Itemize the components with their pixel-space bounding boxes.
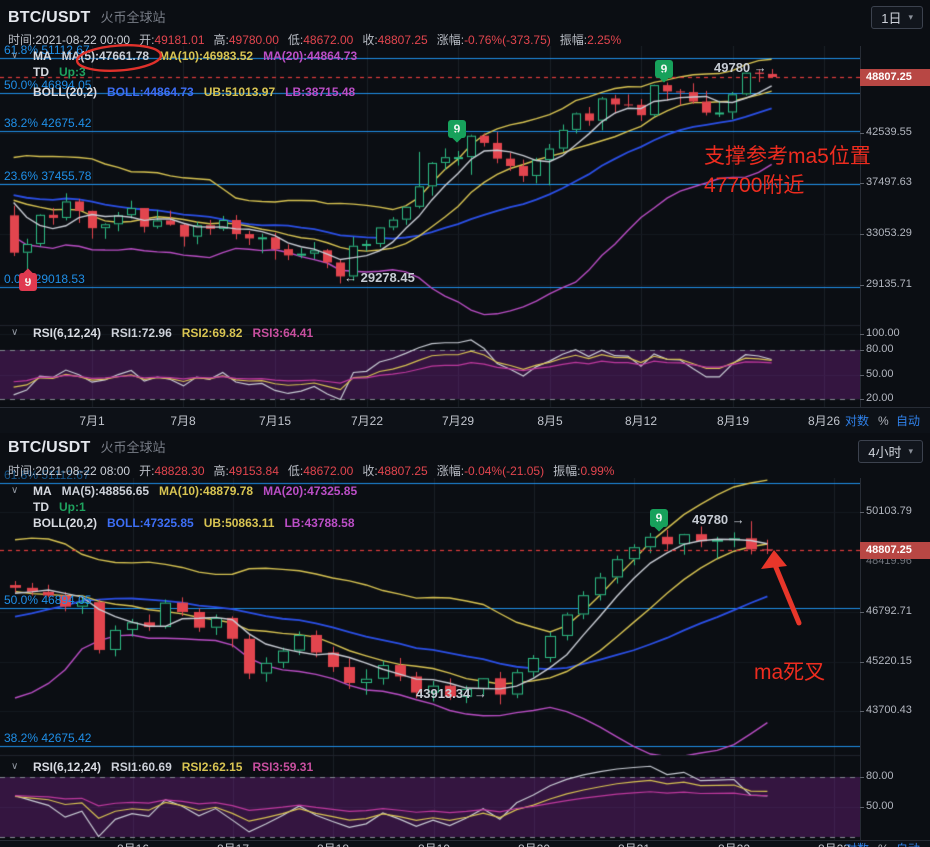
y-axis-label: 45220.15: [866, 654, 912, 667]
info-value: 2021-08-22 00:00: [35, 33, 131, 47]
collapse-chevron-icon[interactable]: ∨: [11, 761, 18, 772]
y-axis-label: 42539.55: [866, 125, 912, 138]
trading-platform: BTC/USDT 火币全球站 1日 ▾ BTC/USDT 火币全球站 4小时 ▾ 时…: [0, 0, 930, 847]
y-axis-label: 37497.63: [866, 176, 912, 189]
x-axis-label: 7月22: [350, 414, 384, 428]
x-axis-label: 8月16: [117, 841, 149, 847]
info-value: 49181.01: [154, 33, 205, 47]
collapse-chevron-icon[interactable]: ∨: [11, 327, 18, 338]
info-label: 开:: [139, 33, 155, 47]
x-axis-label: 8月17: [217, 841, 249, 847]
scale-toggle-auto[interactable]: 自动: [896, 408, 920, 434]
rsi-axis-label: 50.00: [866, 800, 894, 812]
symbol-title: BTC/USDT: [8, 9, 91, 26]
x-axis-label: 8月5: [537, 414, 563, 428]
exchange-label: 火币全球站: [100, 440, 166, 455]
x-axis-label: 8月19: [418, 841, 450, 847]
info-label: 低:: [287, 33, 304, 47]
info-label: 低:: [287, 464, 304, 478]
info-label: 振幅:: [553, 464, 581, 478]
collapse-chevron-icon[interactable]: ∨: [11, 50, 18, 61]
chevron-down-icon: ▾: [908, 446, 913, 456]
x-axis-label: 8月18: [317, 841, 349, 847]
rsi-axis-label: 100.00: [866, 326, 900, 339]
x-axis-label: 8月26: [807, 414, 841, 428]
x-axis-label: 8月20: [518, 841, 550, 847]
y-axis-label: 50103.79: [866, 504, 912, 517]
info-label: 振幅:: [559, 33, 588, 47]
rsi-axis-label: 80.00: [866, 343, 894, 355]
info-label: 时间:: [8, 33, 36, 47]
scale-toggle-auto[interactable]: 自动: [896, 841, 920, 847]
info-value: 0.99%: [580, 464, 615, 478]
chevron-down-icon: ▾: [908, 12, 913, 22]
chart-header-daily: BTC/USDT 火币全球站: [8, 7, 166, 27]
exchange-label: 火币全球站: [100, 10, 166, 25]
scale-toggle-percent[interactable]: %: [878, 408, 889, 434]
x-axis-label: 7月8: [170, 414, 196, 428]
info-value: 48828.30: [154, 464, 205, 478]
x-axis-label: 7月1: [79, 414, 105, 428]
daily-chart-canvas[interactable]: [0, 46, 860, 407]
info-value: -0.76%(-373.75): [464, 33, 551, 47]
y-axis-label: 43700.43: [866, 704, 912, 717]
y-axis-label: 48259.46: [866, 74, 912, 87]
info-value: 48672.00: [303, 33, 354, 47]
collapse-chevron-icon[interactable]: ∨: [11, 485, 18, 496]
scale-toggle-percent[interactable]: %: [878, 841, 889, 847]
interval-value: 1日: [881, 11, 902, 26]
x-axis-label: 8月12: [624, 414, 658, 428]
info-label: 涨幅:: [436, 33, 465, 47]
info-value: 48672.00: [303, 464, 354, 478]
symbol-title: BTC/USDT: [8, 439, 91, 456]
info-value: 49153.84: [228, 464, 279, 478]
interval-dropdown-daily[interactable]: 1日 ▾: [871, 6, 923, 29]
x-axis-label: 8月19: [716, 414, 750, 428]
rsi-axis-label: 80.00: [866, 770, 894, 782]
x-axis-label: 8月21: [618, 841, 650, 847]
info-label: 高:: [213, 464, 229, 478]
info-value: 48807.25: [377, 33, 428, 47]
time-axis-strip: 7月1 7月8 7月15 7月22 7月29 8月5 8月12 8月19 8月26 对数% 自动: [0, 407, 930, 433]
info-value: 2021-08-22 08:00: [35, 464, 131, 478]
y-axis-label: 29135.71: [866, 278, 912, 291]
axis-divider: [860, 478, 861, 847]
current-price-tag: 48807.25: [860, 541, 930, 559]
chart-header-4h: BTC/USDT 火币全球站: [8, 437, 166, 457]
time-axis-strip: 8月168月178月188月198月208月218月228月23对数%自动: [0, 840, 930, 847]
axis-divider: [860, 46, 861, 433]
info-label: 涨幅:: [436, 464, 465, 478]
h4-chart-canvas[interactable]: [0, 478, 860, 840]
rsi-axis-label: 50.00: [866, 367, 894, 380]
scale-toggle-log[interactable]: 对数: [845, 408, 869, 434]
info-value: 49780.00: [228, 33, 279, 47]
current-price-tag: 48807.25: [860, 68, 930, 86]
scale-toggle-log[interactable]: 对数: [845, 841, 869, 847]
info-value: -0.04%(-21.05): [464, 464, 545, 478]
interval-dropdown-4h[interactable]: 4小时 ▾: [858, 440, 923, 463]
rsi-axis-label: 20.00: [866, 392, 894, 404]
x-axis-label: 7月15: [258, 414, 292, 428]
info-label: 时间:: [8, 464, 36, 478]
y-axis-label: 46792.71: [866, 604, 912, 617]
info-label: 收:: [362, 464, 378, 478]
ohlc-info-row: 时间:2021-08-22 08:00 开:48828.30 高:49153.84 低…: [8, 462, 623, 479]
interval-value: 4小时: [868, 445, 902, 460]
x-axis-label: 7月29: [441, 414, 475, 428]
info-label: 收:: [362, 33, 378, 47]
info-label: 高:: [213, 33, 229, 47]
y-axis-label: 48419.96: [866, 554, 912, 567]
y-axis-label: 33053.29: [866, 227, 912, 240]
info-label: 开:: [139, 464, 155, 478]
info-value: 48807.25: [377, 464, 428, 478]
x-axis-label: 8月22: [718, 841, 750, 847]
info-value: 2.25%: [587, 33, 622, 47]
